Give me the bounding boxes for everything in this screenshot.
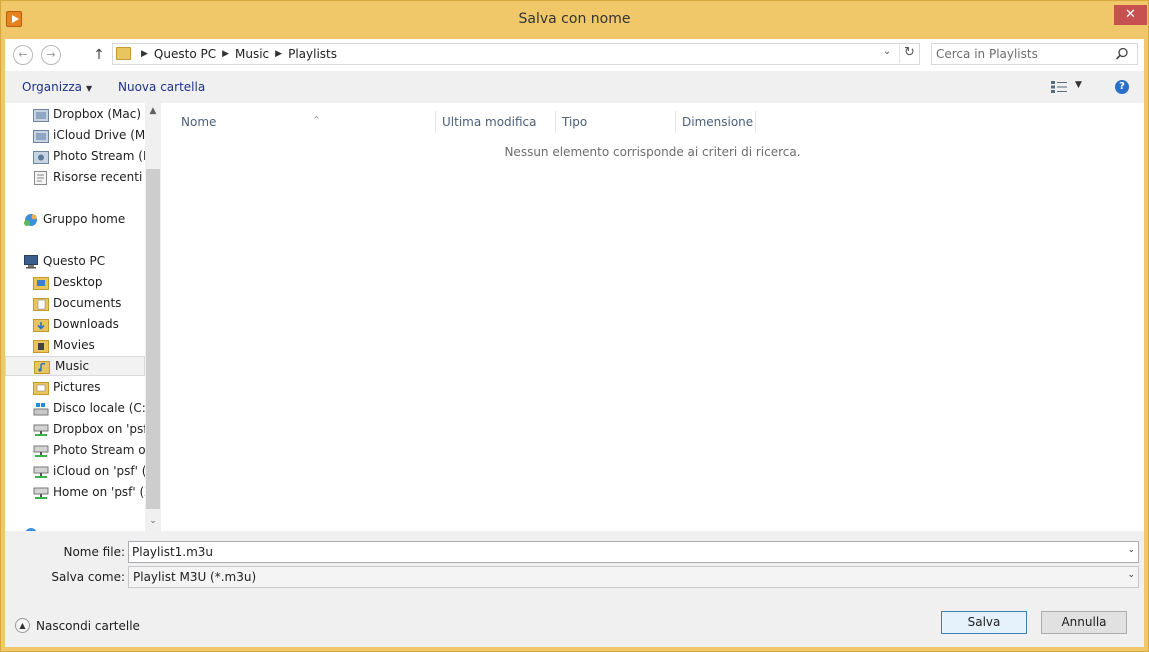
savetype-value: Playlist M3U (*.m3u) bbox=[133, 570, 257, 584]
network-drive-icon bbox=[33, 424, 49, 436]
column-header-name[interactable]: Nome ^ bbox=[175, 111, 436, 133]
search-input[interactable] bbox=[936, 46, 1111, 62]
icloud-folder-icon bbox=[33, 130, 49, 143]
forward-button[interactable]: → bbox=[41, 45, 61, 65]
nav-item-downloads[interactable]: Downloads bbox=[33, 315, 145, 335]
network-drive-icon bbox=[33, 487, 49, 499]
nav-item-icloud-drive[interactable]: iCloud Drive (Ma bbox=[33, 126, 153, 146]
savetype-label: Salva come: bbox=[51, 570, 125, 584]
homegroup-icon bbox=[24, 214, 37, 226]
nav-item-desktop[interactable]: Desktop bbox=[33, 273, 145, 293]
arrow-right-icon: → bbox=[46, 48, 56, 61]
breadcrumb-music[interactable]: Music bbox=[235, 47, 269, 61]
empty-list-message: Nessun elemento corrisponde ai criteri d… bbox=[504, 145, 801, 159]
address-bar[interactable]: ▶ Questo PC ▶ Music ▶ Playlists ⌄ ↻ bbox=[112, 43, 920, 65]
back-button[interactable]: ← bbox=[13, 45, 33, 65]
up-button[interactable]: ↑ bbox=[91, 45, 107, 65]
photo-stream-icon bbox=[33, 151, 49, 164]
chevron-right-icon[interactable]: ▶ bbox=[222, 49, 229, 59]
hide-folders-label: Nascondi cartelle bbox=[36, 619, 140, 633]
desktop-folder-icon bbox=[33, 277, 49, 290]
column-header-modified[interactable]: Ultima modifica bbox=[436, 111, 556, 133]
search-box[interactable] bbox=[931, 43, 1138, 65]
breadcrumb-playlists[interactable]: Playlists bbox=[288, 47, 337, 61]
breadcrumb: ▶ Questo PC ▶ Music ▶ Playlists bbox=[135, 47, 337, 61]
nav-item-home-psf[interactable]: Home on 'psf' (Z bbox=[33, 483, 152, 503]
save-as-dialog: Salva con nome ✕ ← → ↑ ▶ Questo PC ▶ Mus… bbox=[0, 0, 1149, 652]
network-drive-icon bbox=[33, 466, 49, 478]
chevron-right-icon[interactable]: ▶ bbox=[275, 49, 282, 59]
nav-item-homegroup[interactable]: Gruppo home bbox=[23, 210, 145, 230]
help-icon[interactable]: ? bbox=[1115, 80, 1129, 94]
dialog-client: ← → ↑ ▶ Questo PC ▶ Music ▶ Playlists ⌄ … bbox=[5, 39, 1144, 647]
breadcrumb-questo-pc[interactable]: Questo PC bbox=[154, 47, 216, 61]
filename-label: Nome file: bbox=[63, 545, 125, 559]
nav-item-dropbox-mac[interactable]: Dropbox (Mac) bbox=[33, 105, 145, 125]
navpane-scrollbar[interactable]: ▲ ⌄ bbox=[145, 103, 161, 531]
new-folder-button[interactable]: Nuova cartella bbox=[118, 80, 205, 94]
nav-item-movies[interactable]: Movies bbox=[33, 336, 145, 356]
column-header-type[interactable]: Tipo bbox=[556, 111, 676, 133]
close-button[interactable]: ✕ bbox=[1114, 5, 1147, 25]
save-button[interactable]: Salva bbox=[941, 611, 1027, 634]
chevron-down-icon: ⌄ bbox=[882, 46, 892, 57]
address-dropdown-button[interactable]: ⌄ bbox=[879, 46, 895, 62]
organize-button[interactable]: Organizza ▼ bbox=[22, 80, 92, 94]
sort-ascending-icon: ^ bbox=[313, 115, 320, 124]
nav-item-network-partial[interactable] bbox=[23, 524, 145, 531]
search-icon[interactable] bbox=[1114, 46, 1130, 62]
nav-item-local-disk[interactable]: Disco locale (C:) bbox=[33, 399, 151, 419]
collapse-up-icon: ▲ bbox=[15, 618, 30, 633]
organize-label: Organizza bbox=[22, 80, 83, 94]
scrollbar-thumb[interactable] bbox=[146, 169, 160, 509]
computer-icon bbox=[24, 255, 38, 269]
view-dropdown-icon[interactable]: ▼ bbox=[1075, 80, 1082, 90]
caret-down-icon: ▼ bbox=[86, 84, 93, 93]
chevron-down-icon[interactable]: ⌄ bbox=[1127, 570, 1135, 580]
nav-item-recent-places[interactable]: Risorse recenti bbox=[33, 168, 145, 188]
nav-item-photo-stream-psf[interactable]: Photo Stream on bbox=[33, 441, 153, 461]
column-header-size[interactable]: Dimensione bbox=[676, 111, 756, 133]
refresh-icon: ↻ bbox=[904, 45, 915, 60]
chevron-down-icon[interactable]: ⌄ bbox=[1127, 545, 1135, 555]
pictures-folder-icon bbox=[33, 382, 49, 395]
command-bar: Organizza ▼ Nuova cartella ▼ ? bbox=[5, 71, 1144, 103]
nav-item-documents[interactable]: Documents bbox=[33, 294, 145, 314]
filename-combobox[interactable]: ⌄ bbox=[128, 541, 1139, 563]
nav-item-music[interactable]: Music bbox=[5, 356, 145, 376]
savetype-select[interactable]: Playlist M3U (*.m3u) ⌄ bbox=[128, 566, 1139, 588]
scroll-up-icon[interactable]: ▲ bbox=[145, 103, 161, 119]
address-row: ← → ↑ ▶ Questo PC ▶ Music ▶ Playlists ⌄ … bbox=[5, 39, 1144, 71]
save-form: Nome file: ⌄ Salva come: Playlist M3U (*… bbox=[5, 531, 1144, 647]
nav-item-photo-stream[interactable]: Photo Stream (M bbox=[33, 147, 153, 167]
nav-item-this-pc[interactable]: Questo PC bbox=[23, 252, 145, 272]
folder-icon bbox=[116, 47, 131, 60]
downloads-folder-icon bbox=[33, 319, 49, 332]
local-disk-icon bbox=[33, 403, 49, 416]
arrow-left-icon: ← bbox=[18, 48, 28, 61]
navigation-pane[interactable]: Dropbox (Mac) iCloud Drive (Ma Photo Str… bbox=[5, 103, 161, 531]
network-drive-icon bbox=[33, 445, 49, 457]
documents-folder-icon bbox=[33, 298, 49, 311]
dropbox-folder-icon bbox=[33, 109, 49, 122]
music-folder-icon bbox=[34, 361, 50, 374]
nav-item-pictures[interactable]: Pictures bbox=[33, 378, 145, 398]
nav-item-icloud-psf[interactable]: iCloud on 'psf' (Y bbox=[33, 462, 154, 482]
arrow-up-icon: ↑ bbox=[93, 47, 105, 63]
file-list[interactable]: Nome ^ Ultima modifica Tipo Dimensione N… bbox=[161, 103, 1144, 531]
cancel-button[interactable]: Annulla bbox=[1041, 611, 1127, 634]
title-bar[interactable]: Salva con nome ✕ bbox=[1, 1, 1148, 39]
window-title: Salva con nome bbox=[518, 11, 631, 27]
chevron-right-icon[interactable]: ▶ bbox=[141, 49, 148, 59]
view-options-icon[interactable] bbox=[1051, 81, 1067, 93]
nav-item-dropbox-psf[interactable]: Dropbox on 'psf' bbox=[33, 420, 151, 440]
movies-folder-icon bbox=[33, 340, 49, 353]
scroll-down-icon[interactable]: ⌄ bbox=[145, 513, 161, 529]
refresh-button[interactable]: ↻ bbox=[899, 45, 919, 63]
filename-input[interactable] bbox=[132, 544, 1112, 560]
recent-places-icon bbox=[34, 171, 47, 185]
